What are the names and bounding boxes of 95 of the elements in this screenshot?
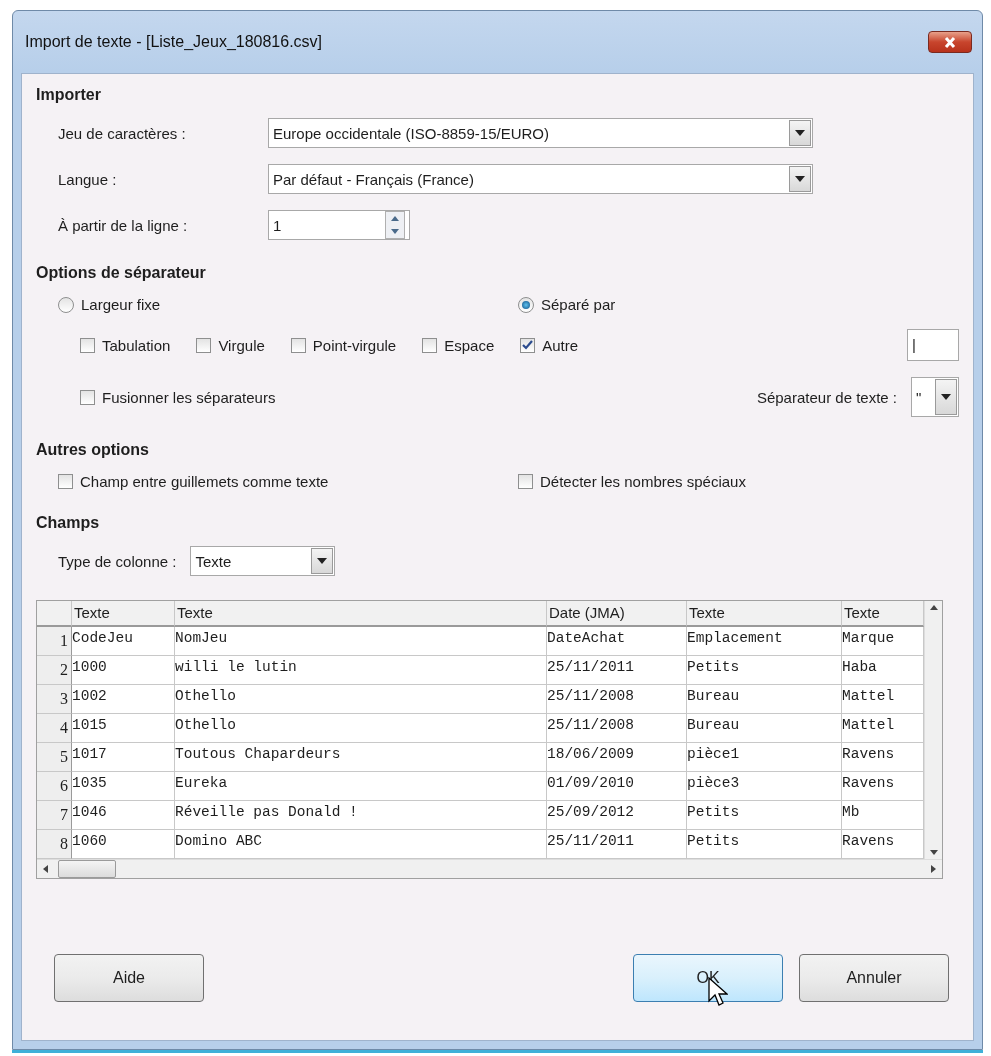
radio-label: Largeur fixe <box>81 296 161 313</box>
dropdown[interactable]: Europe occidentale (ISO-8859-15/EURO) <box>268 118 813 148</box>
row-number: 7 <box>37 801 72 830</box>
table-cell: Petits <box>687 656 842 685</box>
field-label: Type de colonne : <box>58 552 177 570</box>
column-header[interactable]: Texte <box>842 601 924 627</box>
table-cell: 1035 <box>72 772 175 801</box>
close-button[interactable] <box>928 31 972 53</box>
checkbox[interactable] <box>196 337 212 353</box>
column-header[interactable]: Date (JMA) <box>547 601 687 627</box>
column-header[interactable]: Texte <box>687 601 842 627</box>
vertical-scrollbar[interactable] <box>924 601 942 859</box>
table-cell: DateAchat <box>547 627 687 656</box>
dropdown[interactable]: Texte <box>190 546 336 576</box>
dialog-button[interactable]: Aide <box>54 954 204 1002</box>
field-label: Jeu de caractères : <box>58 124 187 142</box>
up-arrow-icon <box>391 216 399 221</box>
table-cell: Bureau <box>687 714 842 743</box>
row-number: 2 <box>37 656 72 685</box>
table-cell: Réveille pas Donald ! <box>175 801 547 830</box>
table-cell: pièce1 <box>687 743 842 772</box>
spin-field[interactable]: 1 <box>268 210 410 240</box>
row-number: 5 <box>37 743 72 772</box>
table-cell: 1017 <box>72 743 175 772</box>
table-cell: 1000 <box>72 656 175 685</box>
radio-label: Séparé par <box>541 296 616 313</box>
checkbox[interactable] <box>58 474 73 489</box>
table-cell: NomJeu <box>175 627 547 656</box>
radio-button[interactable] <box>518 296 534 313</box>
table-cell: Eureka <box>175 772 547 801</box>
corner-cell <box>37 601 72 627</box>
input-field[interactable]: | <box>907 329 959 361</box>
checkbox-label: Point-virgule <box>312 336 397 354</box>
window-title: Import de texte - [Liste_Jeux_180816.csv] <box>25 33 323 51</box>
table-cell: 25/11/2008 <box>547 714 687 743</box>
table-cell: 25/09/2012 <box>547 801 687 830</box>
table-cell: Emplacement <box>687 627 842 656</box>
table-cell: 01/09/2010 <box>547 772 687 801</box>
table-cell: pièce3 <box>687 772 842 801</box>
checkbox-label: Fusionner les séparateurs <box>102 388 276 406</box>
table-cell: 1015 <box>72 714 175 743</box>
checkbox-label: Tabulation <box>102 336 171 354</box>
row-number: 1 <box>37 627 72 656</box>
row-number: 8 <box>37 830 72 859</box>
checkbox[interactable] <box>520 337 536 353</box>
table-cell: 1046 <box>72 801 175 830</box>
dropdown[interactable]: Par défaut - Français (France) <box>268 164 813 194</box>
row-number: 6 <box>37 772 72 801</box>
field-label: Langue : <box>58 170 118 188</box>
table-cell: CodeJeu <box>72 627 175 656</box>
checkbox-label: Détecter les nombres spéciaux <box>540 473 746 490</box>
section-heading: Importer <box>36 86 102 104</box>
checkbox-label: Espace <box>444 336 495 354</box>
section-heading: Options de séparateur <box>36 264 207 282</box>
horizontal-scrollbar[interactable] <box>37 859 942 878</box>
checkbox[interactable] <box>80 337 95 353</box>
table-cell: Othello <box>175 685 547 714</box>
caret-icon <box>941 394 951 400</box>
caret-icon <box>795 176 805 182</box>
checkbox[interactable] <box>518 474 533 489</box>
right-arrow-icon <box>931 865 936 873</box>
dropdown[interactable]: " <box>911 377 959 417</box>
left-arrow-icon <box>43 865 48 873</box>
section-heading: Champs <box>36 514 101 532</box>
checkbox-label: Autre <box>542 336 579 354</box>
down-arrow-icon <box>929 850 938 855</box>
down-arrow-icon <box>391 229 399 234</box>
scroll-thumb[interactable] <box>58 860 116 878</box>
table-cell: 1002 <box>72 685 175 714</box>
dialog-button[interactable]: Annuler <box>799 954 949 1002</box>
table-cell: Toutous Chapardeurs <box>175 743 547 772</box>
table-cell: 25/11/2011 <box>547 656 687 685</box>
up-arrow-icon <box>929 605 938 610</box>
field-label: Séparateur de texte : <box>756 388 897 406</box>
row-number: 4 <box>37 714 72 743</box>
checkbox[interactable] <box>80 389 95 405</box>
checkbox[interactable] <box>422 337 438 353</box>
field-label: À partir de la ligne : <box>58 216 189 234</box>
column-header[interactable]: Texte <box>175 601 547 627</box>
row-number: 3 <box>37 685 72 714</box>
table-cell: Bureau <box>687 685 842 714</box>
close-icon <box>944 36 956 48</box>
table-cell: Petits <box>687 801 842 830</box>
caret-icon <box>795 130 805 136</box>
table-cell: Othello <box>175 714 547 743</box>
table-cell: 18/06/2009 <box>547 743 687 772</box>
section-heading: Autres options <box>36 441 150 459</box>
checkbox-label: Virgule <box>218 336 265 354</box>
table-cell: willi le lutin <box>175 656 547 685</box>
table-cell: 25/11/2008 <box>547 685 687 714</box>
column-header[interactable]: Texte <box>72 601 175 627</box>
checkbox[interactable] <box>290 337 306 353</box>
caret-icon <box>317 558 328 564</box>
radio-button[interactable] <box>58 296 74 313</box>
checkbox-label: Champ entre guillemets comme texte <box>80 473 329 490</box>
